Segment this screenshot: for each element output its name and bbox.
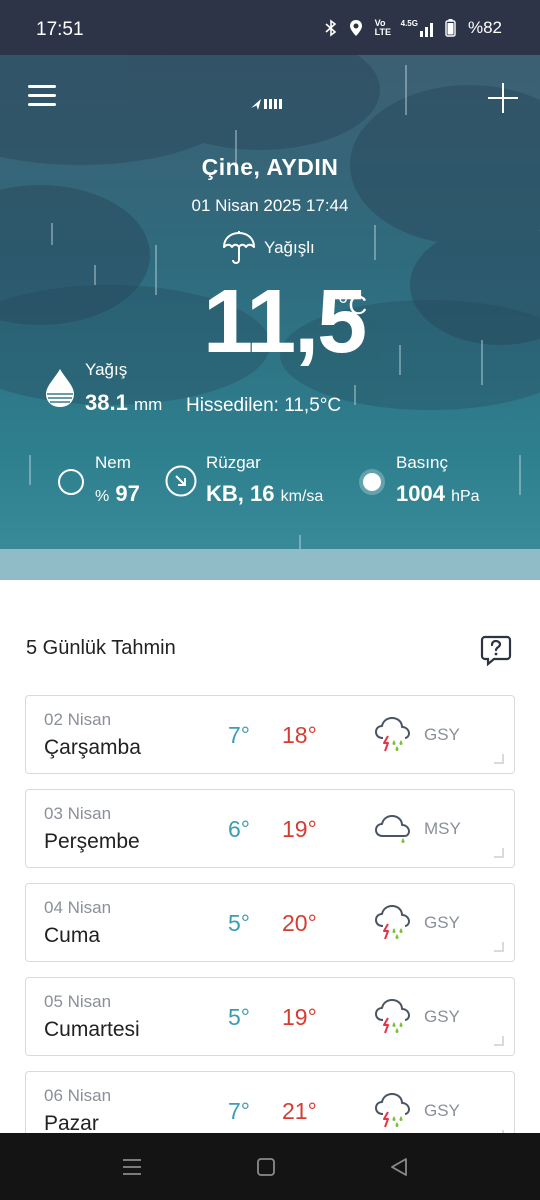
forecast-date: 04 Nisan <box>44 898 112 917</box>
forecast-code: MSY <box>424 819 461 838</box>
battery-icon <box>445 19 456 37</box>
rain-value: 38.1 <box>85 390 128 415</box>
forecast-code: GSY <box>424 725 460 744</box>
status-time: 17:51 <box>36 19 84 40</box>
humidity-value-row: % 97 <box>95 481 140 507</box>
pressure-value: 1004 <box>396 481 445 506</box>
forecast-date: 02 Nisan <box>44 710 112 729</box>
forecast-min-temp: 7° <box>228 722 250 748</box>
humidity-label: Nem <box>95 453 131 472</box>
forecast-day-card[interactable]: 05 Nisan Cumartesi 5° 19° GSY <box>25 977 515 1056</box>
pressure-stat: Basınç 1004 hPa <box>396 453 480 507</box>
wind-stat: Rüzgar KB, 16 km/sa <box>206 453 323 507</box>
humidity-stat: Nem % 97 <box>95 453 140 507</box>
wind-direction-icon <box>165 465 197 497</box>
rain-label: Yağış <box>85 360 128 379</box>
system-nav-bar <box>0 1133 540 1200</box>
forecast-day-card[interactable]: 02 Nisan Çarşamba 7° 18° GSY <box>25 695 515 774</box>
humidity-icon <box>58 469 84 495</box>
forecast-min-temp: 6° <box>228 816 250 842</box>
wind-label: Rüzgar <box>206 453 261 472</box>
forecast-max-temp: 19° <box>282 816 317 842</box>
forecast-date: 03 Nisan <box>44 804 112 823</box>
temperature-unit: °C <box>338 290 368 320</box>
forecast-code: GSY <box>424 913 460 932</box>
city-name: Çine, AYDIN <box>201 154 339 180</box>
light-rain-icon <box>375 815 410 843</box>
wind-unit: km/sa <box>280 488 324 505</box>
forecast-min-temp: 5° <box>228 910 250 936</box>
forecast-max-temp: 18° <box>282 722 317 748</box>
forecast-day-card[interactable]: 04 Nisan Cuma 5° 20° GSY <box>25 883 515 962</box>
card-corner-icon <box>494 1036 504 1046</box>
umbrella-icon <box>223 231 255 264</box>
pressure-icon <box>359 469 385 495</box>
card-corner-icon <box>494 848 504 858</box>
observation-datetime: 01 Nisan 2025 17:44 <box>191 196 349 215</box>
raindrop-icon <box>46 369 74 407</box>
thunder-rain-icon <box>375 905 410 940</box>
thunder-rain-icon <box>375 999 410 1034</box>
volte-icon: Vo LTE <box>374 18 391 37</box>
battery-percent: %82 <box>467 18 502 37</box>
status-icons: Vo LTE 4.5G %82 <box>325 18 502 38</box>
menu-button[interactable] <box>28 85 58 109</box>
forecast-min-temp: 5° <box>228 1004 250 1030</box>
recent-apps-icon[interactable] <box>121 1157 143 1177</box>
forecast-max-temp: 19° <box>282 1004 317 1030</box>
thunder-rain-icon <box>375 717 410 752</box>
network-type-label: 4.5G <box>400 19 418 28</box>
condition-label: Yağışlı <box>264 238 315 257</box>
wind-value: KB, 16 <box>206 481 275 506</box>
forecast-code: GSY <box>424 1101 460 1120</box>
pressure-value-row: 1004 hPa <box>396 481 480 507</box>
forecast-code: GSY <box>424 1007 460 1026</box>
rain-value-row: 38.1 mm <box>85 390 162 416</box>
signal-icon: 4.5G <box>401 19 433 37</box>
pressure-unit: hPa <box>451 488 480 505</box>
forecast-title: 5 Günlük Tahmin <box>26 637 176 659</box>
forecast-date: 05 Nisan <box>44 992 112 1011</box>
condition: Yağışlı <box>222 230 315 266</box>
pressure-label: Basınç <box>396 453 448 472</box>
forecast-max-temp: 21° <box>282 1098 317 1124</box>
status-bar: 17:51 Vo LTE 4.5G %82 <box>0 0 540 55</box>
forecast-weekday: Cuma <box>44 924 101 947</box>
forecast-weekday: Perşembe <box>44 830 140 853</box>
location-pager-icon <box>251 99 282 110</box>
add-location-button[interactable] <box>486 81 520 115</box>
card-corner-icon <box>494 754 504 764</box>
forecast-date: 06 Nisan <box>44 1086 112 1105</box>
card-corner-icon <box>494 942 504 952</box>
thunder-rain-icon <box>375 1093 410 1128</box>
humidity-prefix: % <box>95 488 110 505</box>
forecast-max-temp: 20° <box>282 910 317 936</box>
location-icon <box>349 20 362 36</box>
weather-hero: Çine, AYDIN 01 Nisan 2025 17:44 Yağışlı … <box>0 55 540 580</box>
home-icon[interactable] <box>256 1157 276 1177</box>
forecast-day-card[interactable]: 03 Nisan Perşembe 6° 19° MSY <box>25 789 515 868</box>
feels-like: Hissedilen: 11,5°C <box>186 395 342 416</box>
bluetooth-icon <box>325 19 336 37</box>
forecast-weekday: Çarşamba <box>44 736 141 759</box>
wind-value-row: KB, 16 km/sa <box>206 481 323 507</box>
hero-bottom-band <box>0 549 540 580</box>
forecast-min-temp: 7° <box>228 1098 250 1124</box>
forecast-weekday: Cumartesi <box>44 1018 140 1041</box>
rain-unit: mm <box>133 395 163 414</box>
help-icon[interactable] <box>480 634 512 666</box>
humidity-value: 97 <box>115 481 140 506</box>
back-icon[interactable] <box>389 1157 409 1177</box>
